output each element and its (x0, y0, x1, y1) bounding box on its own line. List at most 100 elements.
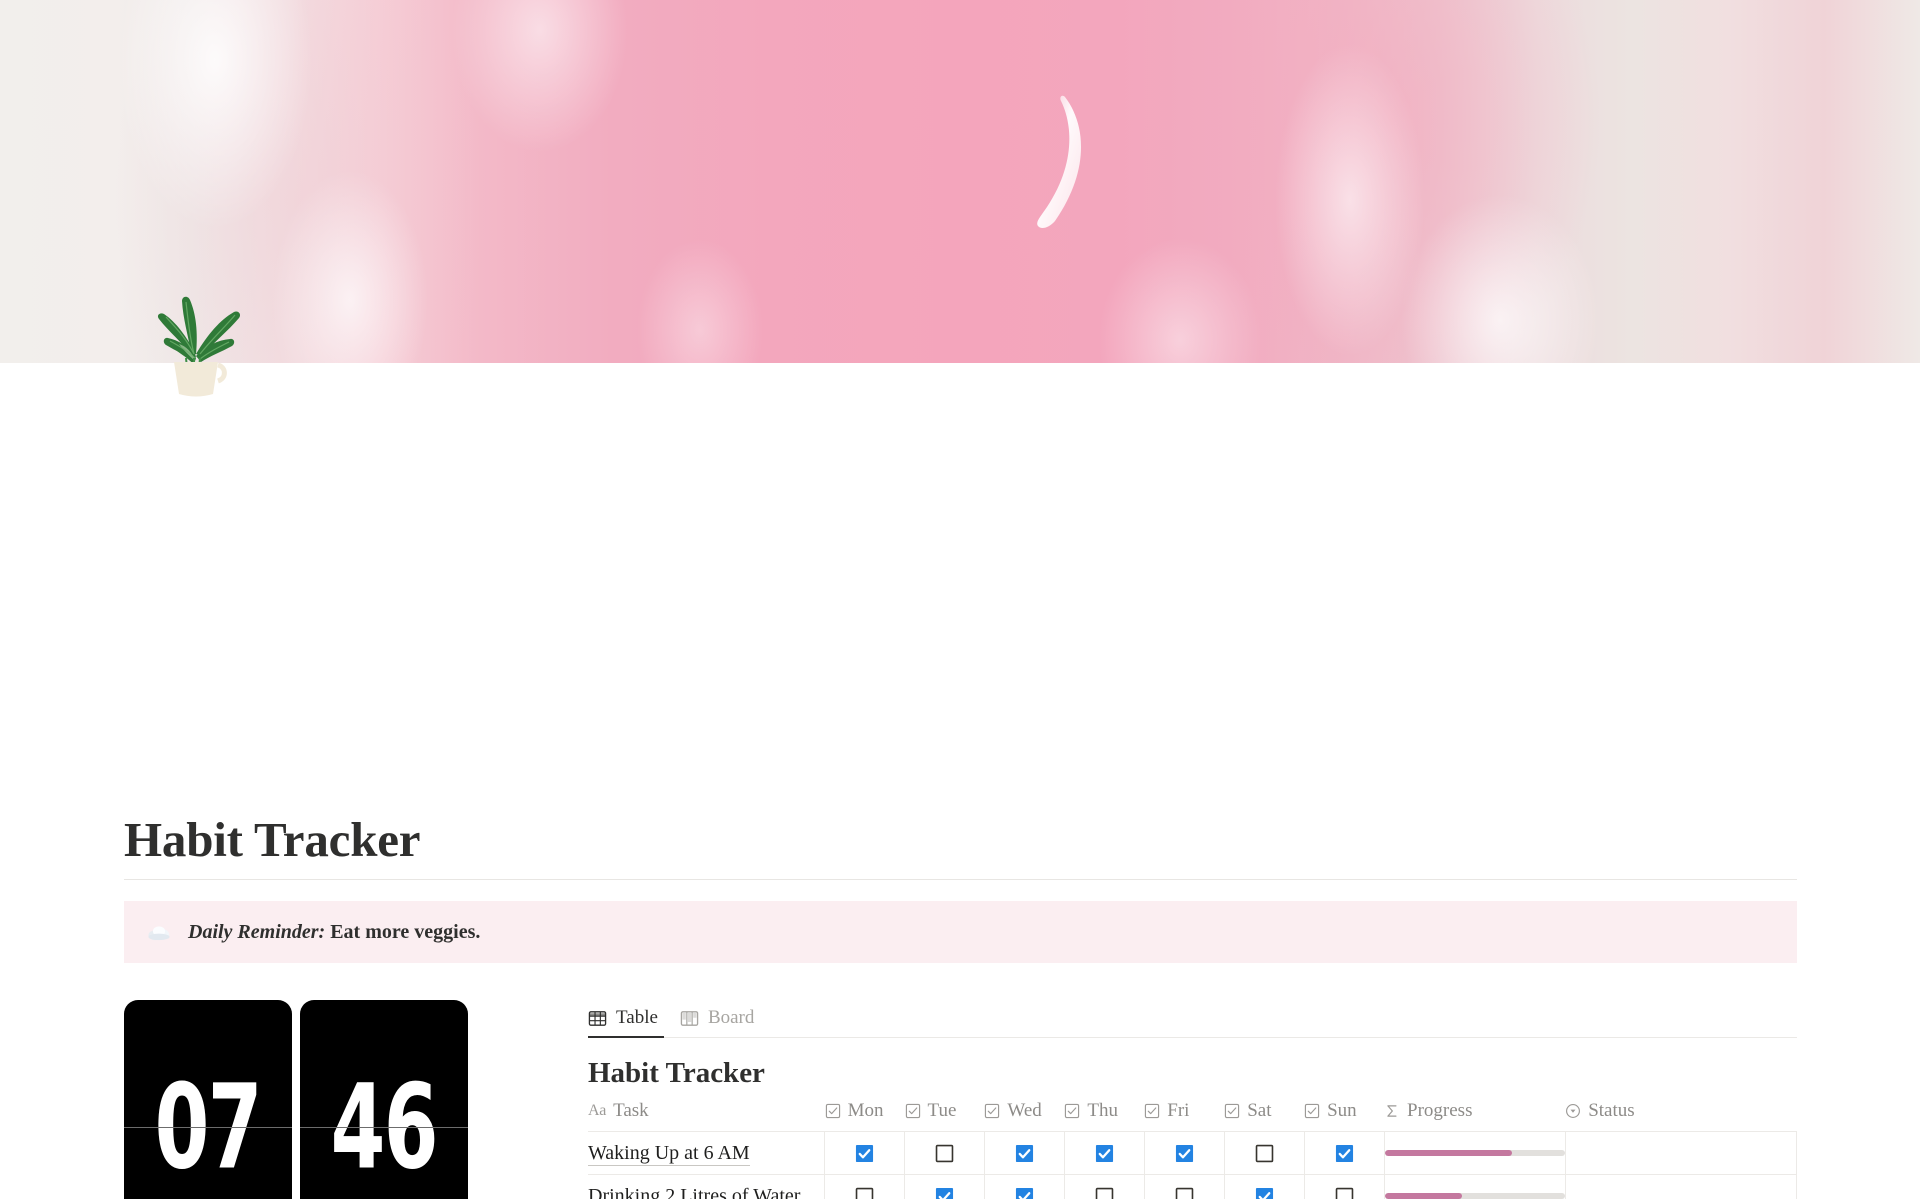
cell-day-thu[interactable] (1064, 1131, 1145, 1175)
page-banner (0, 0, 1920, 363)
day-checkbox-checked[interactable] (1175, 1144, 1194, 1163)
column-header-label: Status (1588, 1100, 1635, 1121)
cell-task-name[interactable]: Waking Up at 6 AM (588, 1131, 826, 1175)
checkbox-icon (1145, 1103, 1160, 1119)
crescent-moon-icon (1037, 95, 1082, 229)
progress-bar-track (1384, 1150, 1565, 1156)
checkbox-icon (1225, 1103, 1240, 1119)
title-divider (124, 879, 1797, 880)
habit-database: Table Board Habit Tracker Aa Task Mon Tue… (588, 1000, 1798, 1199)
column-header-label: Wed (1007, 1100, 1042, 1121)
column-header-label: Fri (1167, 1100, 1190, 1121)
column-header-mon[interactable]: Mon (825, 1100, 905, 1132)
column-header-status[interactable]: Status (1565, 1100, 1796, 1132)
column-header-wed[interactable]: Wed (984, 1100, 1064, 1132)
column-header-label: Task (613, 1100, 649, 1121)
column-header-sat[interactable]: Sat (1224, 1100, 1304, 1132)
task-name-text: Drinking 2 Litres of Water (588, 1184, 801, 1199)
checkbox-icon (905, 1103, 920, 1119)
column-header-thu[interactable]: Thu (1064, 1100, 1144, 1132)
day-checkbox-checked[interactable] (935, 1187, 954, 1199)
cloud-icon (148, 926, 170, 941)
cell-day-wed[interactable] (984, 1131, 1065, 1175)
callout-text: Daily Reminder: Eat more veggies. (188, 921, 480, 944)
cell-day-mon[interactable] (824, 1131, 905, 1175)
column-header-label: Mon (847, 1100, 884, 1121)
checkbox-icon (1304, 1103, 1320, 1119)
progress-bar-fill (1384, 1150, 1513, 1156)
cell-day-tue[interactable] (904, 1174, 985, 1199)
board-icon (680, 1010, 699, 1026)
database-tab-label: Board (707, 1007, 755, 1028)
column-header-sun[interactable]: Sun (1304, 1100, 1384, 1132)
checkbox-icon (985, 1103, 1000, 1119)
day-checkbox-unchecked[interactable] (1175, 1187, 1194, 1199)
column-header-label: Sun (1327, 1100, 1357, 1121)
cell-day-tue[interactable] (904, 1131, 985, 1175)
potted-plant-icon[interactable] (126, 258, 266, 398)
column-header-label: Tue (927, 1100, 957, 1121)
day-checkbox-unchecked[interactable] (1255, 1144, 1274, 1163)
table-header-row: Aa Task Mon Tue Wed Thu Fri Sat Sun Progr… (588, 1100, 1797, 1132)
column-header-progress[interactable]: Progress (1384, 1100, 1565, 1132)
database-view-tabs: Table Board (588, 1000, 1797, 1038)
column-header-label: Thu (1087, 1100, 1118, 1121)
cell-day-sat[interactable] (1224, 1131, 1305, 1175)
day-checkbox-unchecked[interactable] (1335, 1187, 1354, 1199)
day-checkbox-checked[interactable] (1335, 1144, 1354, 1163)
cell-day-mon[interactable] (824, 1174, 905, 1199)
cell-task-name[interactable]: Drinking 2 Litres of Water (588, 1174, 826, 1199)
table-row[interactable]: Waking Up at 6 AM (588, 1131, 1798, 1175)
table-icon (588, 1010, 607, 1026)
column-header-label: Sat (1247, 1100, 1272, 1121)
daily-reminder-callout[interactable]: Daily Reminder: Eat more veggies. (124, 901, 1797, 963)
day-checkbox-unchecked[interactable] (935, 1144, 954, 1163)
cell-progress (1384, 1131, 1566, 1175)
database-tab-label: Table (616, 1007, 658, 1028)
callout-message: Eat more veggies. (330, 920, 481, 943)
column-header-label: Progress (1407, 1100, 1473, 1121)
checkbox-icon (1065, 1103, 1080, 1119)
column-header-task[interactable]: Aa Task (588, 1100, 825, 1132)
database-tab-board[interactable]: Board (680, 1007, 754, 1037)
banner-clouds (0, 0, 1920, 363)
progress-bar-track (1384, 1193, 1565, 1199)
select-chevron-icon (1566, 1104, 1581, 1118)
cell-day-fri[interactable] (1144, 1131, 1225, 1175)
progress-bar-fill (1384, 1193, 1462, 1199)
column-header-tue[interactable]: Tue (905, 1100, 985, 1132)
cell-day-sat[interactable] (1224, 1174, 1305, 1199)
flip-clock-widget[interactable]: 07 AM 46 SUNDAY (124, 1000, 468, 1199)
aa-text-icon: Aa (588, 1102, 607, 1119)
callout-label: Daily Reminder: (188, 920, 326, 943)
cell-progress (1384, 1174, 1566, 1199)
day-checkbox-checked[interactable] (1255, 1187, 1274, 1199)
cell-day-sun[interactable] (1304, 1174, 1385, 1199)
day-checkbox-unchecked[interactable] (855, 1187, 874, 1199)
database-title: Habit Tracker (588, 1057, 765, 1089)
clock-minutes-card: 46 SUNDAY (300, 1000, 468, 1199)
page-title: Habit Tracker (124, 812, 421, 867)
checkbox-icon (825, 1103, 840, 1119)
cell-day-fri[interactable] (1144, 1174, 1225, 1199)
clock-split-line (124, 1126, 292, 1128)
cell-status[interactable] (1565, 1174, 1798, 1199)
sigma-icon (1387, 1105, 1397, 1117)
cell-day-sun[interactable] (1304, 1131, 1385, 1175)
clock-split-line-2 (300, 1126, 468, 1128)
cell-status[interactable] (1565, 1131, 1798, 1175)
day-checkbox-checked[interactable] (855, 1144, 874, 1163)
column-header-fri[interactable]: Fri (1144, 1100, 1224, 1132)
cell-day-wed[interactable] (984, 1174, 1065, 1199)
habit-table: Aa Task Mon Tue Wed Thu Fri Sat Sun Progr… (588, 1100, 1798, 1199)
cell-day-thu[interactable] (1064, 1174, 1145, 1199)
task-name-text: Waking Up at 6 AM (588, 1141, 750, 1166)
table-row[interactable]: Drinking 2 Litres of Water (588, 1174, 1798, 1199)
day-checkbox-unchecked[interactable] (1095, 1187, 1114, 1199)
table-body: Waking Up at 6 AM Drinking 2 Litres of W… (588, 1131, 1798, 1199)
database-tab-table[interactable]: Table (588, 1007, 658, 1037)
day-checkbox-checked[interactable] (1015, 1187, 1034, 1199)
day-checkbox-checked[interactable] (1095, 1144, 1114, 1163)
day-checkbox-checked[interactable] (1015, 1144, 1034, 1163)
clock-hours-card: 07 AM (124, 1000, 292, 1199)
